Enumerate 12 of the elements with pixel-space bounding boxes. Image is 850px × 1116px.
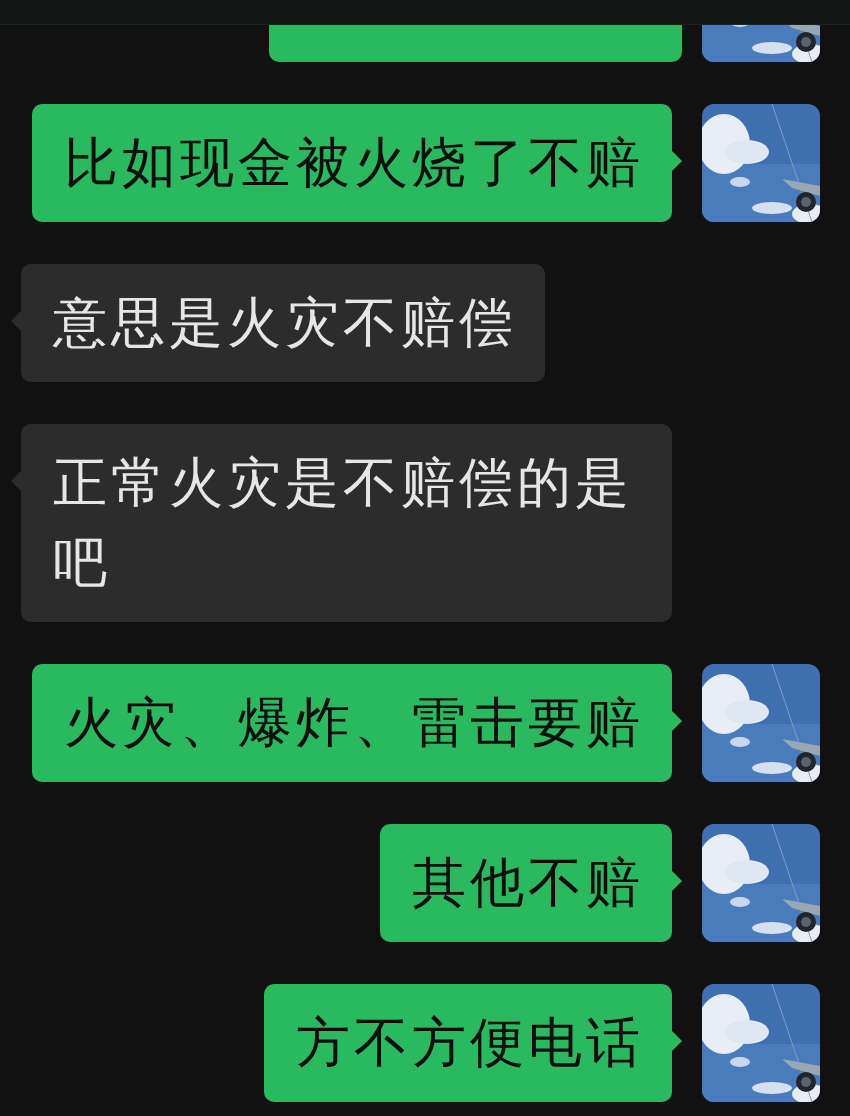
bubble-tail	[672, 871, 682, 891]
bubble-tail	[672, 711, 682, 731]
bubble-tail	[672, 151, 682, 171]
bubble-tail	[11, 311, 21, 331]
message-bubble: 火灾、爆炸、雷击要赔	[32, 664, 672, 782]
bubble-tail	[11, 471, 21, 491]
message-bubble: 其他不赔	[380, 824, 672, 942]
message-bubble: 方不方便电话	[264, 984, 672, 1102]
message-bubble: 正常火灾是不赔偿的是吧	[21, 424, 672, 622]
message-bubble: 比如现金被火烧了不赔	[32, 104, 672, 222]
message-bubble: 意思是火灾不赔偿	[21, 264, 545, 382]
bubble-tail	[672, 1031, 682, 1051]
